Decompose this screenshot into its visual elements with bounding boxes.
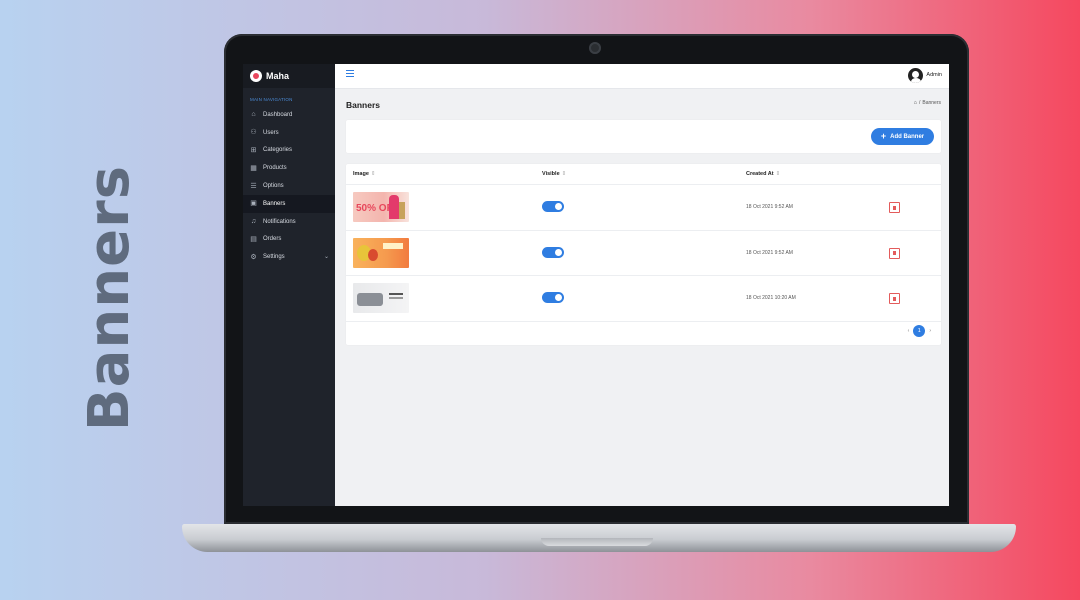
- home-icon: ⌂: [251, 111, 256, 119]
- sort-icon: ⇕: [370, 171, 376, 177]
- users-icon: ⚇: [250, 129, 257, 137]
- sidebar-item-label: Products: [263, 165, 287, 172]
- trash-icon: [892, 205, 897, 210]
- sidebar-item-products[interactable]: ▦ Products: [243, 159, 335, 177]
- trash-icon: [892, 251, 897, 255]
- column-header-created-at[interactable]: Created At ⇕: [746, 171, 780, 177]
- laptop-notch: [541, 538, 653, 546]
- created-at: 18 Oct 2021 9:52 AM: [746, 249, 793, 256]
- banners-table: Image ⇕ Visible ⇕ Created At ⇕ 50% OFF 18 O…: [346, 164, 941, 345]
- banner-thumbnail: 50% OFF: [353, 192, 409, 222]
- pagination: ‹ 1 ›: [908, 325, 931, 337]
- banner-thumbnail: [353, 283, 409, 313]
- breadcrumb-separator: /: [918, 100, 921, 106]
- sidebar-item-dashboard[interactable]: ⌂ Dashboard: [243, 106, 335, 124]
- sidebar-item-options[interactable]: ☰ Options: [243, 177, 335, 195]
- sidebar-item-settings[interactable]: ⚙ Settings ⌄: [243, 248, 335, 266]
- add-banner-button[interactable]: + Add Banner: [871, 128, 934, 145]
- column-header-image[interactable]: Image ⇕: [353, 171, 376, 177]
- banner-icon: ▣: [250, 200, 257, 208]
- delete-button[interactable]: [889, 202, 900, 213]
- nav-heading: MAIN NAVIGATION: [250, 97, 293, 102]
- created-at: 18 Oct 2021 9:52 AM: [746, 204, 793, 210]
- sort-icon: ⇕: [775, 171, 781, 177]
- products-icon: ▦: [250, 164, 257, 172]
- sidebar: Maha MAIN NAVIGATION ⌂ Dashboard ⚇ Users…: [243, 64, 335, 506]
- sidebar-item-label: Orders: [263, 236, 282, 243]
- table-row: 18 Oct 2021 9:52 AM: [346, 231, 941, 276]
- topbar: Admin: [335, 64, 949, 89]
- breadcrumb-current: Banners: [922, 100, 941, 106]
- bell-icon: ♫: [250, 218, 257, 226]
- sidebar-item-label: Dashboard: [263, 111, 293, 118]
- home-icon[interactable]: ⌂: [914, 100, 917, 106]
- logo-icon: [250, 70, 262, 82]
- toolbar-card: + Add Banner: [346, 120, 941, 153]
- next-page-button[interactable]: ›: [929, 328, 931, 334]
- add-banner-label: Add Banner: [890, 133, 925, 140]
- options-icon: ☰: [250, 182, 257, 190]
- prev-page-button[interactable]: ‹: [908, 328, 910, 334]
- sidebar-item-notifications[interactable]: ♫ Notifications: [243, 213, 335, 231]
- sidebar-item-label: Options: [263, 183, 284, 190]
- categories-icon: ⊞: [250, 146, 257, 154]
- column-header-visible[interactable]: Visible ⇕: [542, 171, 566, 177]
- sidebar-item-banners[interactable]: ▣ Banners: [243, 194, 335, 213]
- logo[interactable]: Maha: [243, 64, 335, 88]
- delete-button[interactable]: [889, 293, 900, 304]
- sidebar-item-users[interactable]: ⚇ Users: [243, 124, 335, 142]
- sidebar-item-label: Notifications: [263, 218, 296, 225]
- created-at: 18 Oct 2021 10:20 AM: [746, 295, 796, 301]
- hamburger-menu-icon[interactable]: [346, 70, 354, 78]
- camera-icon: [589, 42, 601, 54]
- laptop-screen: Maha MAIN NAVIGATION ⌂ Dashboard ⚇ Users…: [243, 64, 949, 506]
- orders-icon: ▤: [250, 235, 257, 243]
- table-row: 50% OFF 18 Oct 2021 9:52 AM: [346, 185, 941, 231]
- page-title: Banners: [346, 100, 381, 110]
- visible-toggle[interactable]: [542, 201, 564, 212]
- gear-icon: ⚙: [250, 253, 257, 261]
- avatar[interactable]: [908, 68, 923, 83]
- sidebar-item-categories[interactable]: ⊞ Categories: [243, 142, 335, 160]
- chevron-down-icon: ⌄: [323, 254, 329, 261]
- sidebar-item-label: Banners: [263, 200, 286, 207]
- table-row: 18 Oct 2021 10:20 AM: [346, 276, 941, 322]
- banner-thumbnail: [353, 237, 409, 268]
- side-title: Banners: [77, 164, 142, 432]
- logo-text: Maha: [266, 71, 290, 81]
- breadcrumb: ⌂ / Banners: [914, 100, 941, 106]
- sidebar-item-label: Users: [263, 129, 279, 136]
- trash-icon: [892, 296, 897, 301]
- delete-button[interactable]: [889, 247, 900, 259]
- visible-toggle[interactable]: [542, 246, 564, 258]
- sidebar-item-label: Categories: [263, 147, 293, 154]
- table-header: Image ⇕ Visible ⇕ Created At ⇕: [346, 164, 941, 185]
- admin-label[interactable]: Admin: [926, 72, 942, 78]
- sidebar-item-label: Settings: [263, 254, 285, 261]
- page-button-1[interactable]: 1: [913, 325, 926, 337]
- sidebar-item-orders[interactable]: ▤ Orders: [243, 231, 335, 249]
- plus-icon: +: [880, 131, 887, 141]
- visible-toggle[interactable]: [542, 292, 564, 303]
- sort-icon: ⇕: [561, 171, 567, 177]
